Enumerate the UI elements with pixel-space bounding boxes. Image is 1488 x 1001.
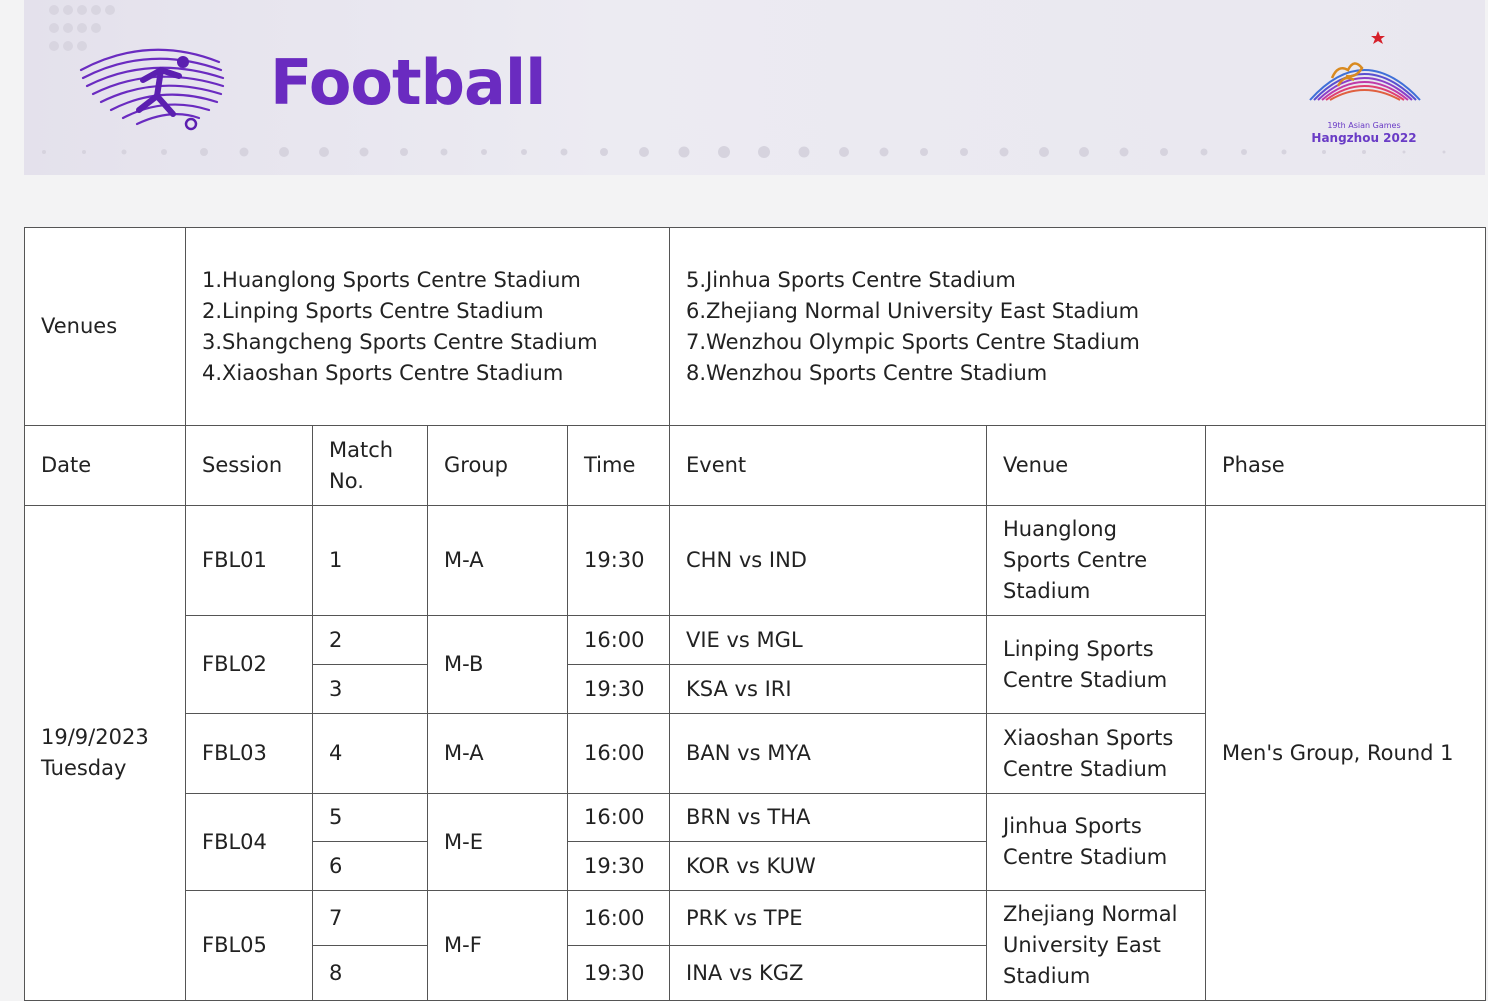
phase-cell: Men's Group, Round 1 [1205, 505, 1486, 1001]
dot-band-decoration [42, 146, 1446, 158]
event-cell: VIE vs MGL [669, 615, 987, 665]
session-cell: FBL03 [185, 713, 313, 794]
session-cell: FBL05 [185, 890, 313, 1001]
column-header-event: Event [669, 425, 987, 506]
match-no-cell: 6 [312, 841, 428, 891]
venue-list-item: 8.Wenzhou Sports Centre Stadium [686, 360, 1048, 385]
event-cell: BRN vs THA [669, 793, 987, 842]
time-cell: 19:30 [567, 945, 670, 1001]
venue-cell: Huanglong Sports Centre Stadium [986, 505, 1206, 616]
venues-list-left: 1.Huanglong Sports Centre Stadium 2.Linp… [185, 227, 670, 426]
venues-label: Venues [24, 227, 186, 426]
venue-cell: Zhejiang Normal University East Stadium [986, 890, 1206, 1001]
column-header-venue: Venue [986, 425, 1206, 506]
venues-list-right: 5.Jinhua Sports Centre Stadium 6.Zhejian… [669, 227, 1486, 426]
venue-list-item: 3.Shangcheng Sports Centre Stadium [202, 329, 598, 354]
session-cell: FBL04 [185, 793, 313, 891]
group-cell: M-A [427, 505, 568, 616]
venue-list-item: 1.Huanglong Sports Centre Stadium [202, 267, 581, 292]
group-cell: M-B [427, 615, 568, 714]
venue-cell: Xiaoshan Sports Centre Stadium [986, 713, 1206, 794]
group-cell: M-A [427, 713, 568, 794]
column-header-match-no: Match No. [312, 425, 428, 506]
group-cell: M-F [427, 890, 568, 1001]
time-cell: 19:30 [567, 664, 670, 714]
date-cell: 19/9/2023 Tuesday [24, 505, 186, 1001]
column-header-phase: Phase [1205, 425, 1486, 506]
event-cell: INA vs KGZ [669, 945, 987, 1001]
session-cell: FBL01 [185, 505, 313, 616]
date-line1: 19/9/2023 [41, 725, 149, 749]
match-no-cell: 8 [312, 945, 428, 1001]
asian-games-logo-icon [1309, 31, 1421, 101]
time-cell: 16:00 [567, 615, 670, 665]
venue-list-item: 4.Xiaoshan Sports Centre Stadium [202, 360, 564, 385]
match-no-cell: 7 [312, 890, 428, 946]
logo-caption-line2: Hangzhou 2022 [1311, 131, 1417, 145]
date-line2: Tuesday [41, 756, 127, 780]
venue-list-item: 7.Wenzhou Olympic Sports Centre Stadium [686, 329, 1140, 354]
event-cell: PRK vs TPE [669, 890, 987, 946]
time-cell: 16:00 [567, 890, 670, 946]
venue-list-item: 2.Linping Sports Centre Stadium [202, 298, 544, 323]
time-cell: 19:30 [567, 841, 670, 891]
page-title: Football [270, 46, 546, 119]
table-row: 19/9/2023 Tuesday FBL01 1 M-A 19:30 CHN … [24, 505, 1486, 1001]
event-cell: KSA vs IRI [669, 664, 987, 714]
event-cell: CHN vs IND [669, 505, 987, 616]
column-header-time: Time [567, 425, 670, 506]
venues-row: Venues 1.Huanglong Sports Centre Stadium… [24, 227, 1486, 426]
match-no-cell: 2 [312, 615, 428, 665]
event-cell: BAN vs MYA [669, 713, 987, 794]
match-no-cell: 1 [312, 505, 428, 616]
match-no-cell: 5 [312, 793, 428, 842]
time-cell: 16:00 [567, 713, 670, 794]
match-no-header-line2: No. [329, 468, 364, 493]
header-row: Date Session Match No. Group Time Event … [24, 425, 1486, 506]
group-cell: M-E [427, 793, 568, 891]
event-cell: KOR vs KUW [669, 841, 987, 891]
column-header-session: Session [185, 425, 313, 506]
competition-schedule-table: Venues 1.Huanglong Sports Centre Stadium… [24, 227, 1486, 1001]
time-cell: 16:00 [567, 793, 670, 842]
venue-list-item: 6.Zhejiang Normal University East Stadiu… [686, 298, 1140, 323]
session-cell: FBL02 [185, 615, 313, 714]
football-pictogram-icon [79, 48, 225, 131]
match-no-cell: 3 [312, 664, 428, 714]
column-header-date: Date [24, 425, 186, 506]
sport-banner: Football 19th Asian Games Hangzhou 2022 [24, 0, 1485, 175]
logo-caption-line1: 19th Asian Games [1327, 121, 1401, 130]
venue-cell: Jinhua Sports Centre Stadium [986, 793, 1206, 891]
match-no-header-line1: Match [329, 437, 394, 462]
venue-list-item: 5.Jinhua Sports Centre Stadium [686, 267, 1016, 292]
venue-cell: Linping Sports Centre Stadium [986, 615, 1206, 714]
match-no-cell: 4 [312, 713, 428, 794]
column-header-group: Group [427, 425, 568, 506]
time-cell: 19:30 [567, 505, 670, 616]
